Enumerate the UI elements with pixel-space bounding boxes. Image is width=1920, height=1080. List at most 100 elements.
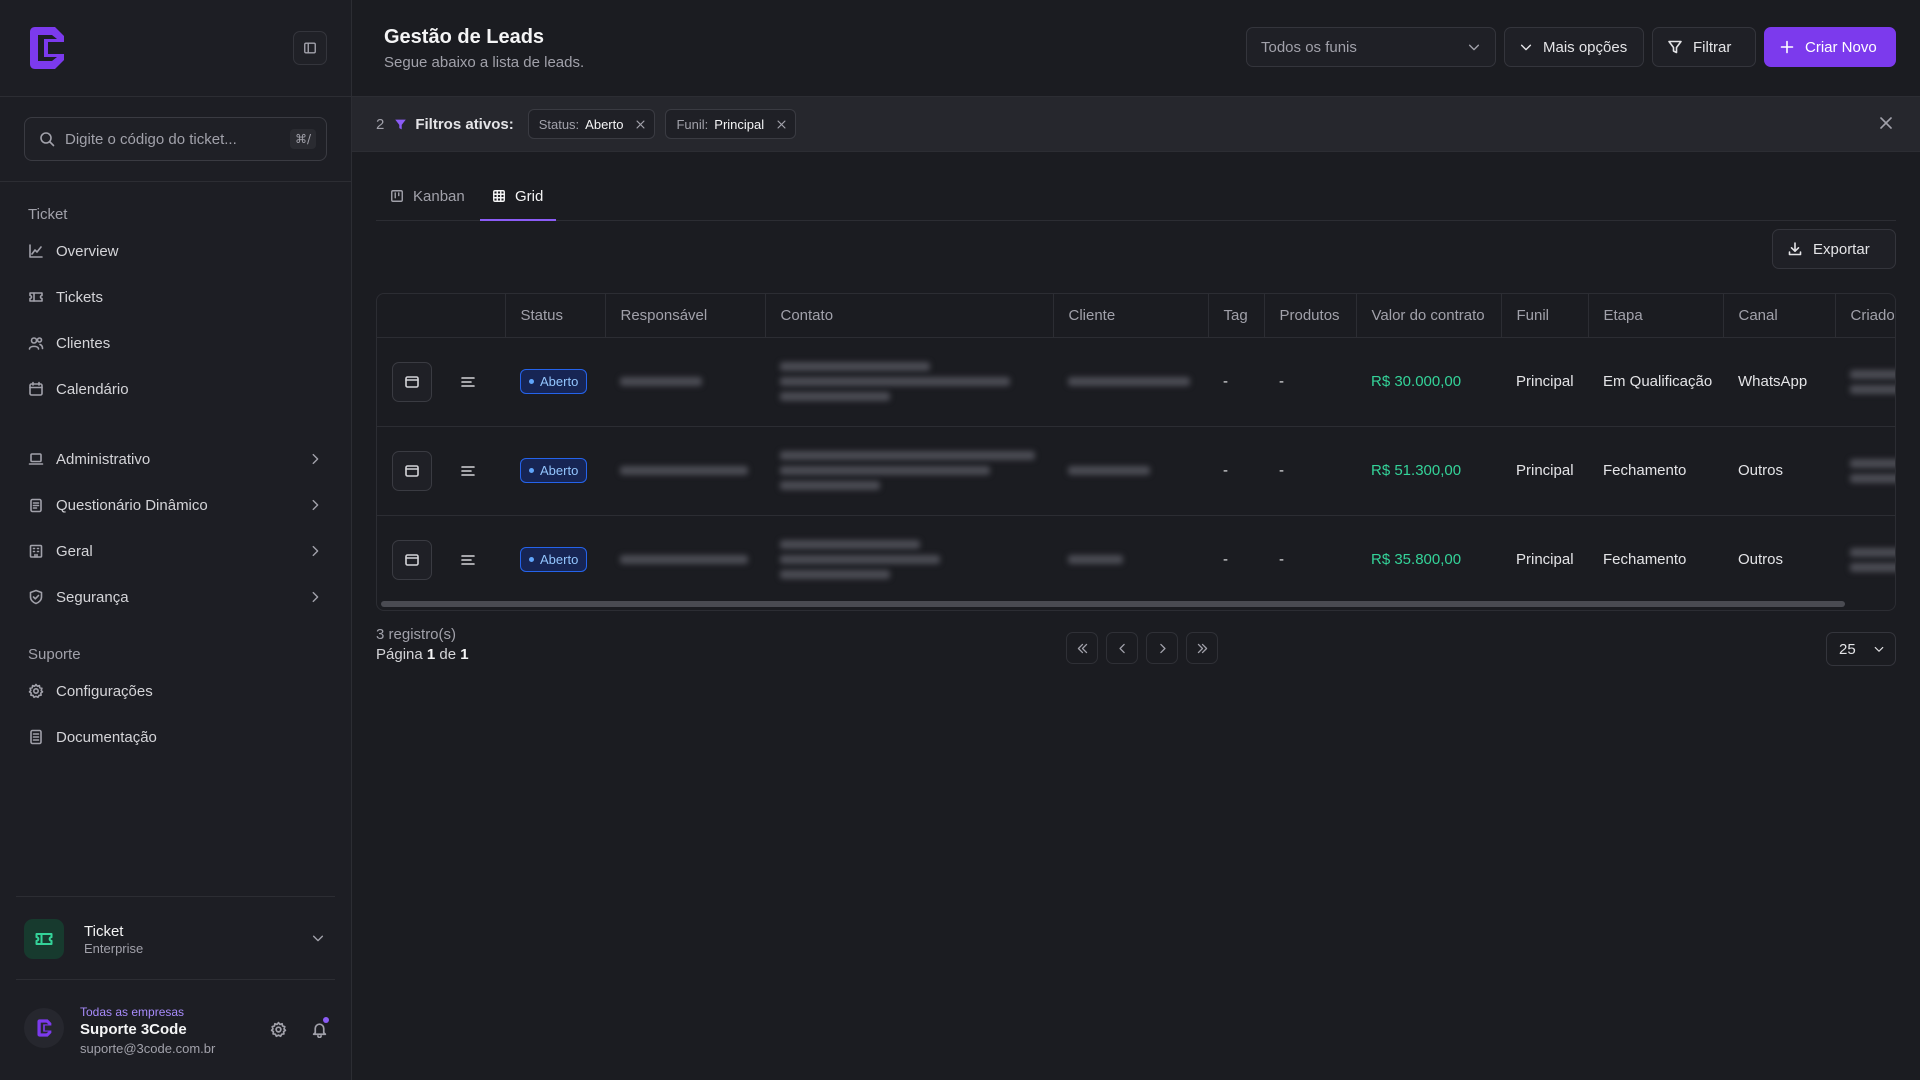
column-header[interactable]: Cliente bbox=[1053, 294, 1209, 338]
column-header[interactable]: Status bbox=[505, 294, 606, 338]
etapa-cell: Fechamento bbox=[1603, 551, 1687, 569]
create-new-label: Criar Novo bbox=[1805, 38, 1877, 56]
column-header[interactable]: Valor do contrato bbox=[1356, 294, 1502, 338]
notification-dot bbox=[323, 1017, 329, 1023]
produtos-cell: - bbox=[1279, 551, 1284, 569]
sidebar-item-label: Clientes bbox=[56, 334, 111, 352]
tab-kanban[interactable]: Kanban bbox=[390, 188, 465, 221]
browser-window-icon bbox=[405, 553, 419, 566]
status-badge: Aberto bbox=[520, 369, 588, 394]
avatar[interactable] bbox=[24, 1008, 64, 1048]
sidebar-item-overview[interactable]: Overview bbox=[28, 236, 328, 266]
page-size-select[interactable]: 25 bbox=[1826, 632, 1896, 666]
table-header-row: Status Responsável Contato Cliente Tag P… bbox=[377, 294, 1895, 338]
table-row[interactable]: Aberto - - R$ 35.800,00 Principal Fecham… bbox=[377, 515, 1895, 604]
sidebar-section-suporte: Suporte bbox=[28, 646, 81, 663]
details-menu-button[interactable] bbox=[460, 552, 476, 568]
leads-table: Status Responsável Contato Cliente Tag P… bbox=[376, 293, 1896, 611]
sidebar-item-calendario[interactable]: Calendário bbox=[28, 374, 328, 404]
ticket-search-input[interactable] bbox=[65, 130, 290, 148]
document-icon bbox=[28, 729, 44, 745]
table-row[interactable]: Aberto - - R$ 30.000,00 Principal Em Qua… bbox=[377, 337, 1895, 427]
table-row[interactable]: Aberto - - R$ 51.300,00 Principal Fecham… bbox=[377, 426, 1895, 516]
open-lead-button[interactable] bbox=[392, 539, 432, 580]
status-label: Aberto bbox=[540, 552, 579, 568]
status-cell: Aberto bbox=[505, 337, 605, 427]
open-lead-button[interactable] bbox=[392, 361, 432, 402]
sidebar-section-ticket: Ticket bbox=[28, 206, 68, 223]
close-icon[interactable] bbox=[635, 119, 646, 130]
column-header[interactable]: Criado por bbox=[1835, 294, 1895, 338]
column-header[interactable]: Responsável bbox=[605, 294, 766, 338]
sidebar-item-seguranca[interactable]: Segurança bbox=[28, 582, 328, 612]
sidebar-item-geral[interactable]: Geral bbox=[28, 536, 328, 566]
sidebar-item-questionario[interactable]: Questionário Dinâmico bbox=[28, 490, 328, 520]
page-word: Página bbox=[376, 646, 423, 663]
filter-button[interactable]: Filtrar bbox=[1652, 27, 1756, 67]
last-page-button[interactable] bbox=[1186, 632, 1218, 664]
notifications-button[interactable] bbox=[311, 1021, 328, 1038]
ticket-search[interactable]: ⌘/ bbox=[24, 117, 327, 161]
details-menu-button[interactable] bbox=[460, 463, 476, 479]
tab-grid[interactable]: Grid bbox=[480, 188, 556, 221]
sidebar-item-administrativo[interactable]: Administrativo bbox=[28, 444, 328, 474]
sidebar-item-clientes[interactable]: Clientes bbox=[28, 328, 328, 358]
column-header[interactable]: Contato bbox=[765, 294, 1054, 338]
redacted-responsavel bbox=[605, 515, 765, 604]
panel-left-icon bbox=[304, 42, 316, 54]
produtos-cell: - bbox=[1264, 426, 1356, 516]
sidebar-item-documentacao[interactable]: Documentação bbox=[28, 722, 328, 752]
chevron-down-icon bbox=[1874, 646, 1884, 652]
sidebar-item-configuracoes[interactable]: Configurações bbox=[28, 676, 328, 706]
create-new-button[interactable]: Criar Novo bbox=[1764, 27, 1896, 67]
export-label: Exportar bbox=[1813, 240, 1870, 258]
user-company[interactable]: Todas as empresas bbox=[80, 1005, 184, 1019]
next-page-button[interactable] bbox=[1146, 632, 1178, 664]
column-header[interactable]: Funil bbox=[1501, 294, 1589, 338]
filter-chip-status[interactable]: Status: Aberto bbox=[527, 109, 656, 139]
user-name: Suporte 3Code bbox=[80, 1021, 187, 1038]
tag-cell: - bbox=[1223, 551, 1228, 569]
clear-filters-close-icon[interactable] bbox=[1878, 115, 1894, 131]
clipboard-icon bbox=[28, 497, 44, 513]
funil-cell: Principal bbox=[1501, 426, 1588, 516]
view-tabs: Kanban Grid bbox=[376, 180, 1896, 221]
status-dot bbox=[529, 379, 534, 384]
first-page-button[interactable] bbox=[1066, 632, 1098, 664]
redacted-contato bbox=[765, 337, 1053, 427]
more-options-label: Mais opções bbox=[1543, 38, 1628, 56]
chevron-right-icon bbox=[1159, 643, 1166, 653]
column-header[interactable]: Etapa bbox=[1588, 294, 1724, 338]
main-content: Gestão de Leads Segue abaixo a lista de … bbox=[352, 0, 1920, 1080]
export-button[interactable]: Exportar bbox=[1772, 229, 1896, 269]
brand-logo-icon[interactable] bbox=[24, 24, 68, 72]
more-options-button[interactable]: Mais opções bbox=[1504, 27, 1644, 67]
sidebar-collapse-button[interactable] bbox=[293, 31, 327, 65]
column-header[interactable]: Canal bbox=[1723, 294, 1836, 338]
user-settings-button[interactable] bbox=[270, 1021, 287, 1038]
funnel-select[interactable]: Todos os funis bbox=[1246, 27, 1496, 67]
column-header[interactable]: Produtos bbox=[1264, 294, 1357, 338]
previous-page-button[interactable] bbox=[1106, 632, 1138, 664]
horizontal-scrollbar[interactable] bbox=[381, 601, 1845, 607]
redacted-cliente bbox=[1053, 337, 1208, 427]
open-lead-button[interactable] bbox=[392, 450, 432, 491]
contract-value-cell: R$ 30.000,00 bbox=[1356, 337, 1501, 427]
ticket-icon bbox=[28, 289, 44, 305]
filter-chip-funil[interactable]: Funil: Principal bbox=[665, 109, 797, 139]
sidebar-item-label: Tickets bbox=[56, 288, 103, 306]
close-icon[interactable] bbox=[776, 119, 787, 130]
sidebar-item-tickets[interactable]: Tickets bbox=[28, 282, 328, 312]
user-email: suporte@3code.com.br bbox=[80, 1041, 216, 1056]
table-grid-icon bbox=[492, 189, 506, 203]
chevron-right-icon bbox=[312, 545, 319, 557]
organization-switcher[interactable]: Ticket Enterprise bbox=[16, 896, 335, 980]
redacted-contato bbox=[765, 426, 1053, 516]
chevron-right-icon bbox=[312, 591, 319, 603]
contract-value-cell: R$ 51.300,00 bbox=[1356, 426, 1501, 516]
column-header[interactable]: Tag bbox=[1208, 294, 1265, 338]
records-count: 3 registro(s) bbox=[376, 626, 457, 643]
sidebar: ⌘/ Ticket Overview Tickets Clientes Cale… bbox=[0, 0, 352, 1080]
details-menu-button[interactable] bbox=[460, 374, 476, 390]
users-icon bbox=[28, 335, 44, 351]
